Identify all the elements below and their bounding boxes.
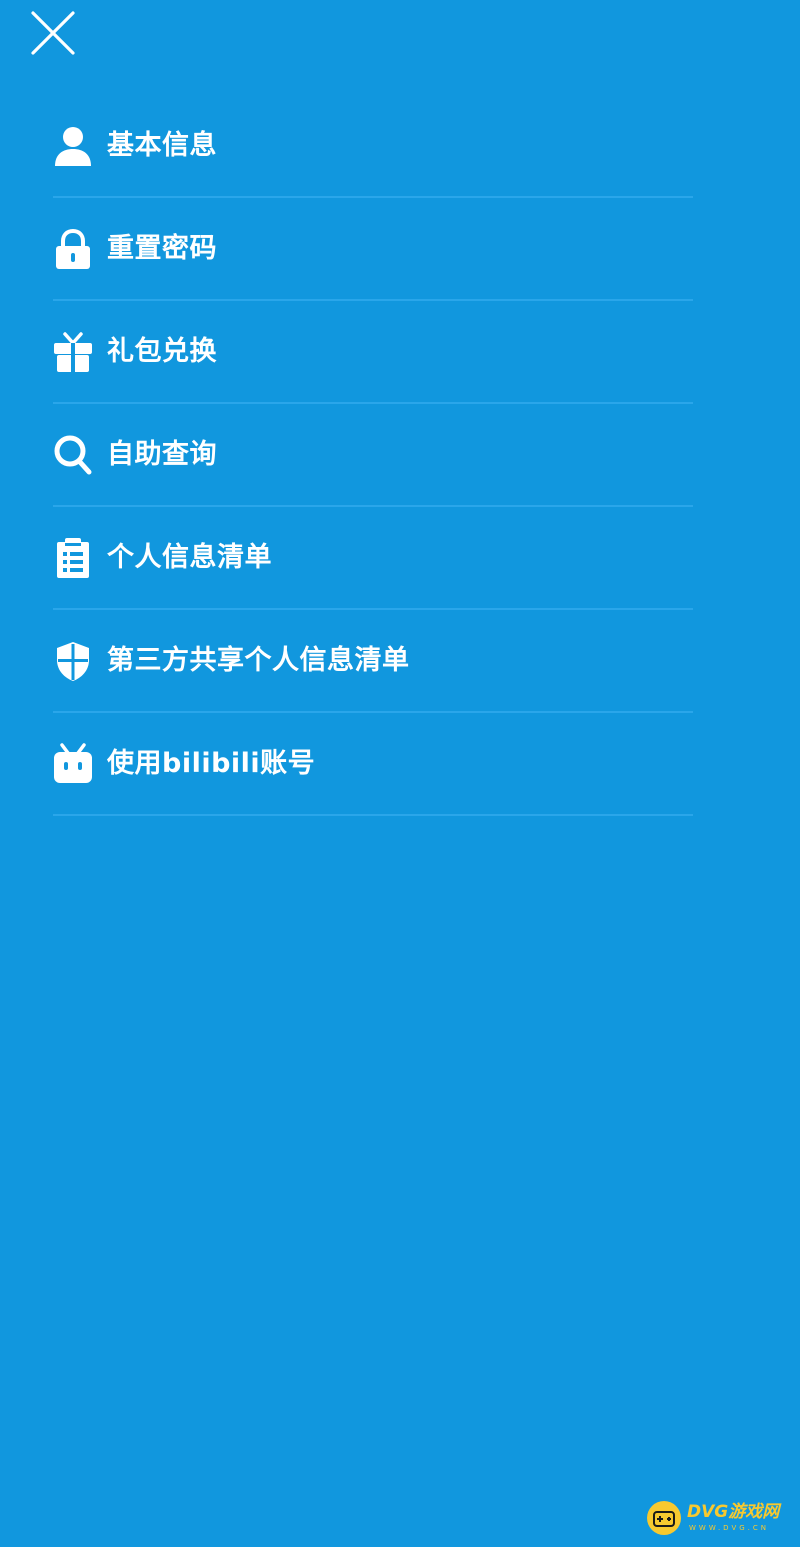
account-menu: 基本信息 重置密码 礼包兑换 自助查询 个人信息清单 第三方共享个人信息清单 使… <box>53 95 693 816</box>
close-button[interactable] <box>22 2 84 64</box>
clipboard-icon <box>53 537 93 579</box>
menu-item-basic-info[interactable]: 基本信息 <box>53 95 693 198</box>
menu-item-use-bilibili-account[interactable]: 使用bilibili账号 <box>53 713 693 816</box>
bilibili-icon <box>53 743 93 785</box>
watermark-text: DVG游戏网 <box>687 1502 780 1522</box>
watermark: DVG游戏网 WWW.DVG.CN <box>647 1501 792 1539</box>
menu-item-label: 礼包兑换 <box>107 336 217 367</box>
gift-icon <box>53 331 93 373</box>
close-icon[interactable] <box>22 2 84 64</box>
user-icon <box>53 125 93 167</box>
menu-item-label: 自助查询 <box>107 439 217 470</box>
shield-icon <box>53 640 93 682</box>
menu-item-gift-redeem[interactable]: 礼包兑换 <box>53 301 693 404</box>
menu-item-self-service-query[interactable]: 自助查询 <box>53 404 693 507</box>
search-icon <box>53 434 93 476</box>
menu-item-label: 个人信息清单 <box>107 542 272 573</box>
menu-item-label: 使用bilibili账号 <box>107 748 316 779</box>
menu-item-label: 重置密码 <box>107 233 217 264</box>
menu-item-label: 第三方共享个人信息清单 <box>107 645 410 676</box>
gamepad-icon <box>647 1501 681 1535</box>
watermark-subtext: WWW.DVG.CN <box>689 1524 770 1532</box>
lock-icon <box>53 228 93 270</box>
menu-item-reset-password[interactable]: 重置密码 <box>53 198 693 301</box>
menu-item-personal-info-list[interactable]: 个人信息清单 <box>53 507 693 610</box>
menu-item-label: 基本信息 <box>107 130 217 161</box>
menu-item-third-party-sharing-list[interactable]: 第三方共享个人信息清单 <box>53 610 693 713</box>
